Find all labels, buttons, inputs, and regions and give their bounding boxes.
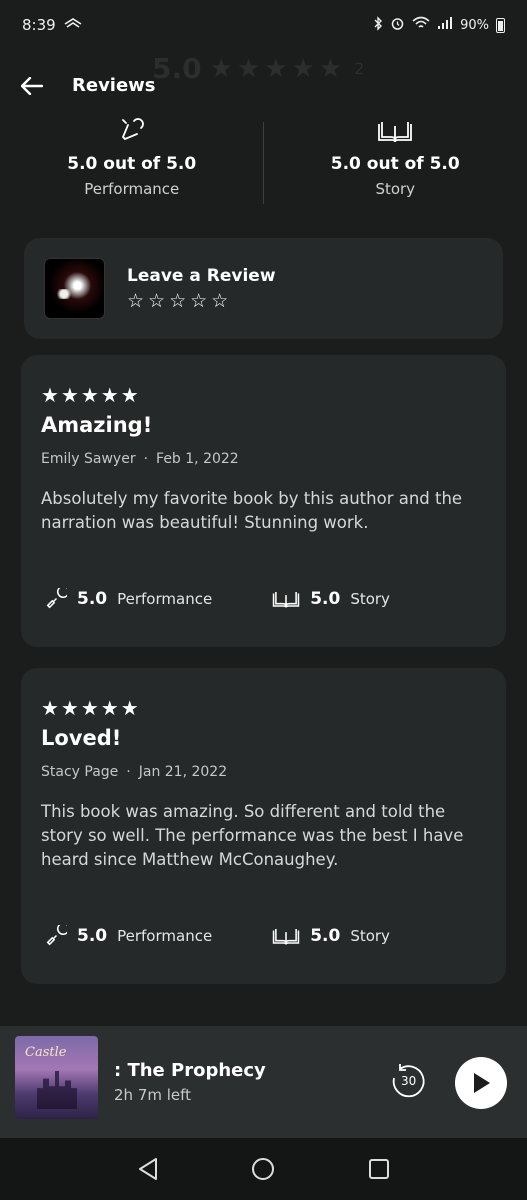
review-card: ★★★★★ Loved! Stacy Page · Jan 21, 2022 T… xyxy=(21,668,506,984)
bluetooth-icon xyxy=(373,15,383,35)
review-title: Amazing! xyxy=(41,413,153,437)
mini-player[interactable]: Castle : The Prophecy 2h 7m left 30 xyxy=(0,1026,527,1138)
review-story-value: 5.0 xyxy=(310,589,341,609)
circle-home-icon xyxy=(252,1158,275,1180)
review-story-value: 5.0 xyxy=(310,926,341,946)
review-performance-value: 5.0 xyxy=(77,926,108,946)
wifi-icon xyxy=(412,16,430,34)
review-author: Stacy Page xyxy=(41,764,119,780)
summary-performance-value: 5.0 out of 5.0 xyxy=(67,154,197,174)
review-title: Loved! xyxy=(41,726,122,750)
review-scores: 5.0 Performance 5.0 Story xyxy=(45,925,390,947)
play-button[interactable] xyxy=(455,1057,507,1109)
system-navigation-bar xyxy=(0,1138,527,1200)
review-date: Jan 21, 2022 xyxy=(138,764,228,780)
review-author: Emily Sawyer xyxy=(41,451,136,467)
castle-illustration xyxy=(37,1071,77,1109)
nav-recents-button[interactable] xyxy=(365,1155,393,1183)
summary-performance: 5.0 out of 5.0 Performance xyxy=(0,114,264,210)
review-story-label: Story xyxy=(350,590,390,608)
status-bar: 8:39 90% xyxy=(0,0,527,50)
review-performance-score: 5.0 Performance xyxy=(45,588,212,610)
book-icon xyxy=(272,592,300,608)
collapsed-rating: 5.0 ★★★★★ 2 xyxy=(152,52,364,85)
book-cover-thumbnail xyxy=(44,258,105,319)
review-performance-label: Performance xyxy=(117,927,213,945)
summary-divider xyxy=(263,122,264,204)
empty-star-rating[interactable]: ☆☆☆☆☆ xyxy=(127,290,276,312)
player-time-left: 2h 7m left xyxy=(114,1086,192,1104)
review-meta-separator: · xyxy=(143,451,149,467)
header: 5.0 ★★★★★ 2 Reviews xyxy=(0,52,527,114)
rating-summary: 5.0 out of 5.0 Performance 5.0 out of 5.… xyxy=(0,114,527,210)
arrow-left-icon xyxy=(21,77,43,95)
cast-icon xyxy=(64,16,82,34)
status-time: 8:39 xyxy=(22,16,56,34)
square-recents-icon xyxy=(369,1159,390,1179)
review-stars: ★★★★★ xyxy=(41,383,141,407)
summary-story-value: 5.0 out of 5.0 xyxy=(330,154,460,174)
skip-seconds: 30 xyxy=(401,1074,417,1088)
alarm-icon xyxy=(390,16,405,35)
triangle-back-icon xyxy=(138,1158,157,1180)
review-card: ★★★★★ Amazing! Emily Sawyer · Feb 1, 202… xyxy=(21,355,506,647)
review-performance-value: 5.0 xyxy=(77,589,108,609)
review-meta-separator: · xyxy=(126,764,131,780)
microphone-icon xyxy=(46,925,67,946)
review-date: Feb 1, 2022 xyxy=(156,451,239,467)
review-story-score: 5.0 Story xyxy=(272,926,390,946)
review-story-score: 5.0 Story xyxy=(272,589,390,609)
book-icon xyxy=(272,929,300,945)
battery-icon xyxy=(496,17,505,33)
review-performance-score: 5.0 Performance xyxy=(45,925,212,947)
status-right: 90% xyxy=(373,15,505,35)
collapsed-rating-count: 2 xyxy=(354,59,365,78)
book-icon xyxy=(377,114,413,142)
play-icon xyxy=(474,1073,490,1093)
player-book-cover[interactable]: Castle xyxy=(15,1036,98,1119)
microphone-icon xyxy=(120,114,144,142)
leave-review-card[interactable]: Leave a Review ☆☆☆☆☆ xyxy=(24,238,503,339)
signal-icon xyxy=(437,16,453,34)
back-button[interactable] xyxy=(16,70,48,102)
collapsed-rating-value: 5.0 xyxy=(152,52,202,85)
nav-home-button[interactable] xyxy=(249,1155,277,1183)
summary-performance-label: Performance xyxy=(84,180,180,198)
player-cover-text: Castle xyxy=(25,1045,67,1060)
review-meta: Emily Sawyer · Feb 1, 2022 xyxy=(41,451,486,467)
leave-review-text: Leave a Review ☆☆☆☆☆ xyxy=(127,266,276,312)
player-title: : The Prophecy xyxy=(114,1060,266,1081)
nav-back-button[interactable] xyxy=(134,1155,162,1183)
review-performance-label: Performance xyxy=(117,590,213,608)
microphone-icon xyxy=(46,588,67,609)
battery-percent: 90% xyxy=(460,17,489,33)
status-left: 8:39 xyxy=(22,16,82,34)
summary-story: 5.0 out of 5.0 Story xyxy=(264,114,527,210)
review-scores: 5.0 Performance 5.0 Story xyxy=(45,588,390,610)
leave-review-title: Leave a Review xyxy=(127,265,276,286)
review-story-label: Story xyxy=(350,927,390,945)
collapsed-rating-stars: ★★★★★ xyxy=(209,53,347,84)
skip-back-30-button[interactable]: 30 xyxy=(388,1061,428,1101)
review-meta: Stacy Page · Jan 21, 2022 xyxy=(41,764,486,780)
review-stars: ★★★★★ xyxy=(41,696,141,720)
summary-story-label: Story xyxy=(375,180,416,198)
review-body: This book was amazing. So different and … xyxy=(41,802,464,869)
review-body: Absolutely my favorite book by this auth… xyxy=(41,489,463,532)
page-title: Reviews xyxy=(72,75,156,96)
